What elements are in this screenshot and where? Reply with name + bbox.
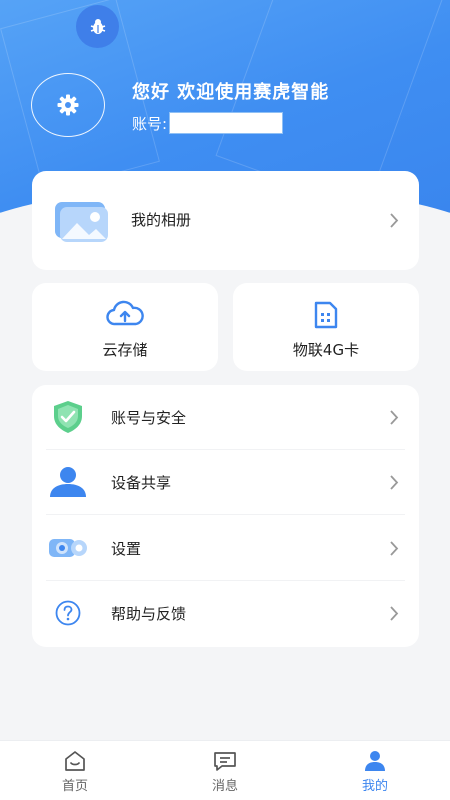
chevron-right-icon bbox=[390, 475, 399, 490]
iot-4g-card[interactable]: 物联4G卡 bbox=[233, 283, 419, 371]
photo-album-icon bbox=[55, 202, 108, 242]
settings-avatar-button[interactable] bbox=[31, 73, 105, 137]
account-value-field[interactable] bbox=[169, 112, 284, 134]
chevron-right-icon bbox=[390, 541, 399, 556]
home-icon bbox=[65, 751, 85, 771]
welcome-greeting: 您好 欢迎使用赛虎智能 bbox=[132, 82, 330, 103]
menu-item-label: 帮助与反馈 bbox=[111, 605, 187, 623]
shield-check-icon bbox=[54, 401, 82, 433]
help-icon bbox=[55, 600, 81, 626]
menu-item-label: 设置 bbox=[111, 540, 142, 558]
gear-icon bbox=[57, 94, 79, 116]
chevron-right-icon bbox=[390, 410, 399, 425]
menu-item-account-security[interactable]: 账号与安全 bbox=[32, 385, 419, 450]
message-icon bbox=[214, 752, 236, 771]
menu-item-help-feedback[interactable]: 帮助与反馈 bbox=[32, 581, 419, 646]
tab-home[interactable]: 首页 bbox=[0, 741, 150, 800]
user-icon bbox=[50, 467, 86, 497]
cloud-upload-icon bbox=[106, 300, 144, 326]
tab-label: 消息 bbox=[211, 779, 238, 794]
chevron-right-icon bbox=[390, 213, 399, 228]
cloud-storage-card[interactable]: 云存储 bbox=[32, 283, 218, 371]
camera-settings-icon bbox=[49, 539, 87, 557]
profile-icon bbox=[365, 751, 385, 771]
my-album-card[interactable]: 我的相册 bbox=[32, 171, 419, 270]
my-album-label: 我的相册 bbox=[131, 211, 192, 229]
tab-label: 首页 bbox=[61, 779, 88, 794]
tab-messages[interactable]: 消息 bbox=[150, 741, 300, 800]
menu-item-label: 账号与安全 bbox=[111, 409, 187, 427]
bug-icon bbox=[90, 18, 105, 34]
menu-item-device-sharing[interactable]: 设备共享 bbox=[32, 450, 419, 515]
account-row: 账号: bbox=[132, 112, 284, 134]
settings-menu: 账号与安全 设备共享 设置 帮助与反馈 bbox=[32, 385, 419, 647]
sim-card-icon bbox=[314, 301, 338, 329]
chevron-right-icon bbox=[390, 606, 399, 621]
cloud-storage-label: 云存储 bbox=[102, 341, 148, 359]
tab-profile[interactable]: 我的 bbox=[300, 741, 450, 800]
divider bbox=[46, 514, 405, 515]
debug-button[interactable] bbox=[76, 5, 119, 48]
account-label: 账号: bbox=[132, 114, 168, 133]
bottom-tab-bar: 首页 消息 我的 bbox=[0, 740, 450, 800]
iot-4g-card-label: 物联4G卡 bbox=[292, 341, 360, 359]
tab-label: 我的 bbox=[361, 779, 388, 794]
menu-item-label: 设备共享 bbox=[111, 474, 172, 492]
menu-item-settings[interactable]: 设置 bbox=[32, 516, 419, 581]
